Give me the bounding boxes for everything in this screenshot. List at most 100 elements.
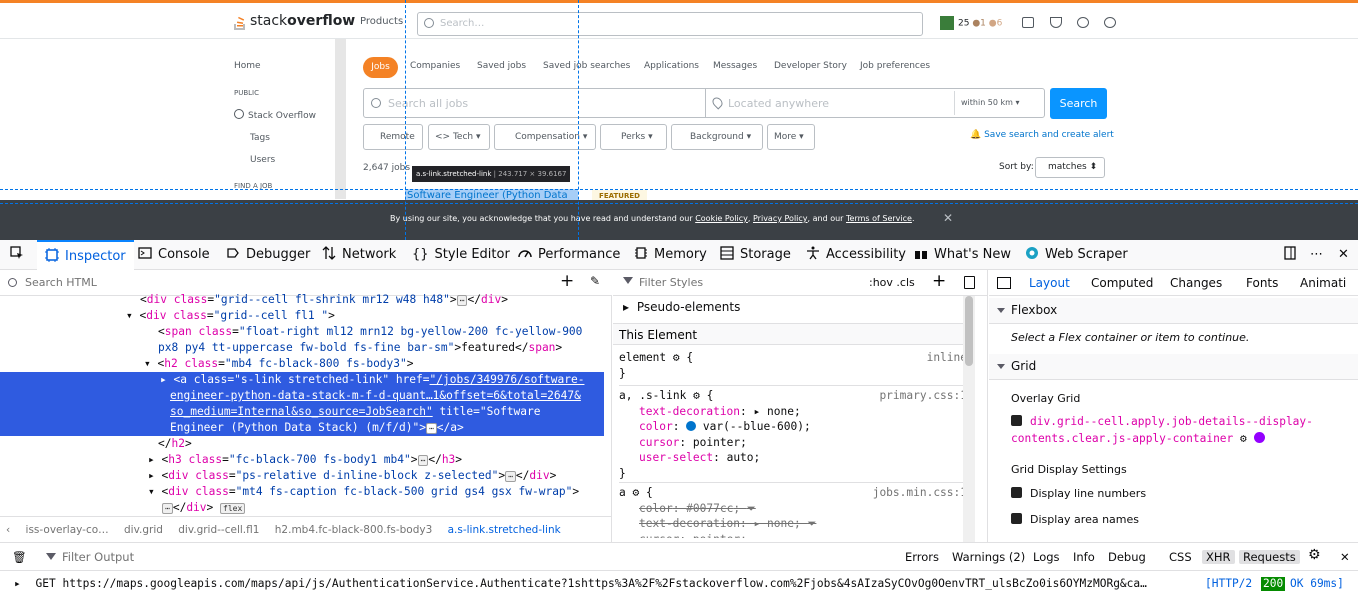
rule-declaration-overridden[interactable]: cursor: pointer; [619, 532, 971, 538]
prop-name[interactable]: text-decoration [639, 517, 740, 530]
tab-changes[interactable]: Changes [1170, 276, 1222, 290]
products-link[interactable]: Products [360, 16, 403, 27]
tab-debugger[interactable]: Debugger [226, 240, 310, 270]
toggle-pane-icon[interactable] [997, 277, 1011, 289]
markup-line[interactable]: ▸ <h3 class="fc-black-700 fs-body1 mb4">… [0, 452, 604, 468]
color-swatch[interactable] [686, 421, 697, 431]
prop-value[interactable]: pointer [693, 533, 740, 538]
prop-name[interactable]: cursor [639, 533, 679, 538]
nav-home[interactable]: Home [234, 61, 261, 71]
prop-value[interactable]: pointer [693, 436, 740, 449]
markup-line[interactable]: <div class="grid--cell fl-shrink mr12 w4… [0, 292, 604, 308]
nav-tags[interactable]: Tags [250, 133, 270, 143]
expand-arrow-icon[interactable]: ▸ [14, 577, 21, 590]
filter-compensation[interactable]: Compensation ▾ [494, 124, 596, 150]
prop-value[interactable]: none [767, 517, 794, 530]
rules-scrollbar[interactable] [963, 296, 975, 542]
rule-source[interactable]: primary.css:1 [879, 388, 967, 404]
rule-declaration[interactable]: text-decoration: ▸ none; [619, 404, 971, 420]
rule-a-slink[interactable]: a, .s-link ⚙ {primary.css:1 text-decorat… [619, 385, 971, 481]
tab-whats-new[interactable]: What's New [914, 240, 1011, 270]
breadcrumb-item[interactable]: iss-overlay-co… [26, 524, 109, 536]
flexbox-section-header[interactable]: Flexbox [989, 298, 1358, 324]
filter-logs[interactable]: Logs [1033, 550, 1060, 564]
markup-line-selected[interactable]: so_medium=Internal&so_source=JobSearch" … [0, 404, 604, 420]
filter-remote[interactable]: Remote [363, 124, 423, 150]
rule-source[interactable]: inline [927, 350, 967, 366]
more-options-icon[interactable]: ⋯ [1310, 240, 1323, 270]
line-numbers-checkbox[interactable] [1011, 487, 1022, 498]
element-picker-icon[interactable] [10, 240, 30, 270]
filter-debug[interactable]: Debug [1108, 550, 1146, 564]
breadcrumb-prev-icon[interactable]: ‹ [6, 524, 10, 536]
display-line-numbers-option[interactable]: Display line numbers [1011, 487, 1146, 500]
overridden-filter-icon[interactable]: ⏷ [747, 502, 756, 515]
console-message[interactable]: ▸ GET https://maps.googleapis.com/maps/a… [0, 571, 1358, 595]
filter-xhr[interactable]: XHR [1202, 550, 1235, 564]
trophy-icon[interactable] [1050, 17, 1062, 28]
tab-accessibility[interactable]: Accessibility [806, 240, 906, 270]
tab-saved-jobs[interactable]: Saved jobs [477, 61, 526, 71]
prop-value[interactable]: var(--blue-600) [703, 420, 804, 433]
rule-source[interactable]: jobs.min.css:1 [873, 485, 967, 501]
tab-messages[interactable]: Messages [713, 61, 757, 71]
markup-line[interactable]: ▾ <h2 class="mb4 fc-black-800 fs-body3"> [0, 356, 604, 372]
close-console-icon[interactable]: ✕ [1340, 550, 1350, 564]
rule-declaration[interactable]: cursor: pointer; [619, 435, 971, 451]
markup-line[interactable]: ▾ <div class="mt4 fs-caption fc-black-50… [0, 484, 604, 500]
scrollbar-thumb[interactable] [965, 296, 973, 366]
tab-web-scraper[interactable]: Web Scraper [1025, 240, 1128, 270]
prop-value[interactable]: auto [727, 451, 754, 464]
print-simulation-icon[interactable] [964, 276, 975, 289]
sidebar-scrollbar[interactable] [335, 39, 346, 199]
breadcrumb-item[interactable]: div.grid--cell.fl1 [178, 524, 259, 536]
hov-toggle[interactable]: :hov .cls [869, 276, 915, 289]
markup-line-selected[interactable]: ▸ <a class="s-link stretched-link" href=… [0, 372, 604, 388]
markup-line-selected[interactable]: engineer-python-data-stack-m-f-d-quant…1… [0, 388, 604, 404]
grid-overlay-checkbox[interactable] [1011, 415, 1022, 426]
markup-line[interactable]: </h2> [0, 436, 604, 452]
markup-line-selected[interactable]: Engineer (Python Data Stack) (m/f/d)"> ⋯ <… [0, 420, 604, 436]
close-devtools-icon[interactable]: ✕ [1338, 240, 1349, 270]
eyedropper-icon[interactable]: ✎ [590, 274, 600, 288]
tab-companies[interactable]: Companies [410, 61, 460, 71]
nav-users[interactable]: Users [250, 155, 275, 165]
tab-jobs[interactable]: Jobs [363, 57, 398, 78]
tab-performance[interactable]: Performance [518, 240, 620, 270]
filter-styles-input[interactable]: Filter Styles [639, 276, 703, 289]
site-search-input[interactable]: Search… [417, 12, 923, 36]
tab-applications[interactable]: Applications [644, 61, 699, 71]
prop-name[interactable]: text-decoration [639, 405, 740, 418]
overridden-filter-icon[interactable]: ⏷ [807, 517, 816, 530]
request-url[interactable]: https://maps.googleapis.com/maps/api/js/… [62, 571, 1182, 595]
user-reputation[interactable]: 25 ●1 ●6 [940, 16, 1002, 30]
markup-line[interactable]: ▸ <div class="ps-relative d-inline-block… [0, 468, 604, 484]
filter-requests[interactable]: Requests [1239, 550, 1300, 564]
breadcrumb-item-current[interactable]: a.s-link.stretched-link [448, 524, 561, 536]
breadcrumb-item[interactable]: h2.mb4.fc-black-800.fs-body3 [275, 524, 433, 536]
tab-layout[interactable]: Layout [1029, 276, 1070, 290]
add-node-icon[interactable]: + [560, 271, 574, 291]
filter-errors[interactable]: Errors [905, 550, 939, 564]
rule-declaration-overridden[interactable]: text-decoration: ▸ none; ⏷ [619, 516, 971, 532]
radius-select[interactable]: within 50 km ▾ [954, 91, 1020, 115]
add-rule-icon[interactable]: + [932, 271, 946, 291]
rule-element[interactable]: element ⚙ {inline } [619, 350, 971, 381]
breadcrumb-item[interactable]: div.grid [124, 524, 163, 536]
filter-more[interactable]: More ▾ [767, 124, 815, 150]
markup-line[interactable]: px8 py4 tt-uppercase fw-bold fs-fine bar… [0, 340, 604, 356]
gear-icon[interactable]: ⚙ [1240, 432, 1247, 445]
pseudo-elements-toggle[interactable]: ▸ Pseudo-elements [623, 300, 985, 314]
filter-info[interactable]: Info [1073, 550, 1095, 564]
filter-tech[interactable]: <> Tech ▾ [428, 124, 490, 150]
markup-line[interactable]: <span class="float-right ml12 mrn12 bg-y… [0, 324, 604, 340]
site-switcher-icon[interactable] [1104, 17, 1116, 28]
so-logo[interactable]: stackoverflow [234, 13, 355, 30]
rule-a[interactable]: a ⚙ {jobs.min.css:1 color: #0077cc; ⏷ te… [619, 482, 971, 538]
trash-icon[interactable]: 🗑 [12, 550, 27, 564]
grid-color-swatch[interactable] [1253, 432, 1265, 443]
tab-inspector[interactable]: Inspector [37, 240, 134, 270]
job-search-input[interactable]: Search all jobs [363, 88, 706, 118]
tab-developer-story[interactable]: Developer Story [774, 61, 847, 71]
tab-animations[interactable]: Animati [1300, 276, 1346, 290]
